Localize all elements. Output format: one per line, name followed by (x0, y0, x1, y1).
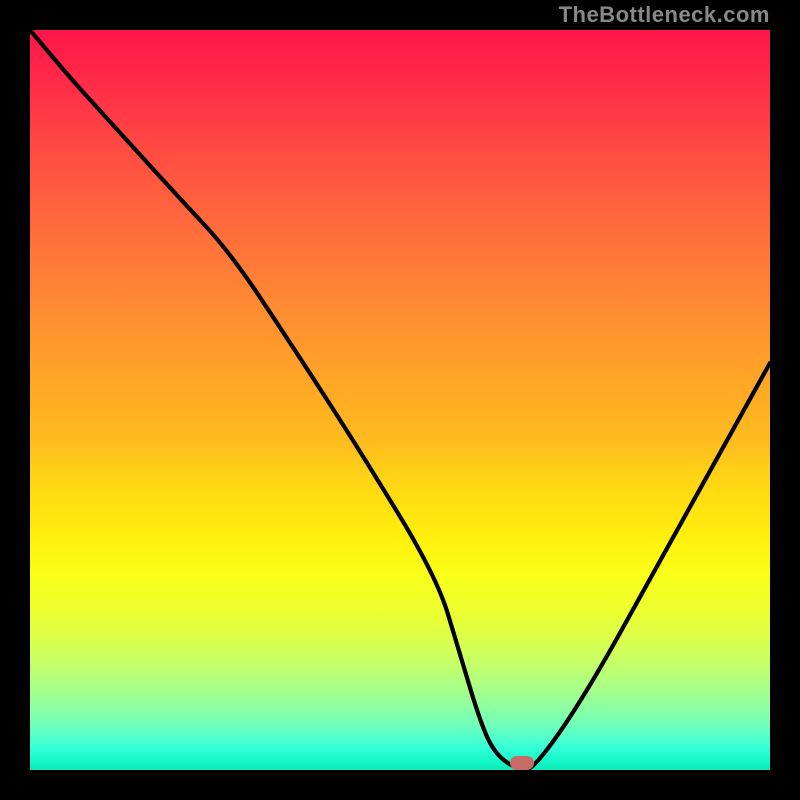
optimal-marker (510, 756, 534, 770)
curve-layer (30, 30, 770, 770)
chart-stage: TheBottleneck.com (0, 0, 800, 800)
watermark-text: TheBottleneck.com (559, 2, 770, 28)
bottleneck-curve (30, 30, 770, 770)
